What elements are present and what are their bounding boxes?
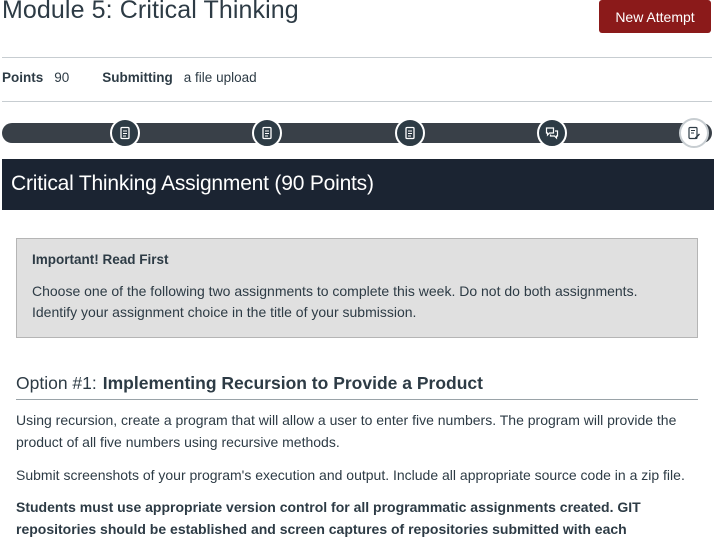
notice-text: Choose one of the following two assignme… — [32, 283, 638, 320]
assignment-edit-icon — [688, 126, 700, 140]
important-notice: Important! Read First Choose one of the … — [16, 238, 698, 338]
banner-title: Critical Thinking Assignment (90 Points) — [11, 172, 374, 195]
points-value: 90 — [54, 70, 70, 85]
divider — [2, 57, 712, 58]
points-label: Points — [2, 70, 44, 85]
document-icon — [120, 126, 130, 140]
option-1-title: Implementing Recursion to Provide a Prod… — [102, 373, 483, 393]
assignment-details: Points 90 Submitting a file upload — [2, 70, 257, 85]
document-icon — [405, 126, 415, 140]
module-step-5-current[interactable] — [679, 118, 709, 148]
option-1-submission-instructions: Submit screenshots of your program's exe… — [16, 467, 685, 483]
option-1-description: Using recursion, create a program that w… — [16, 412, 677, 450]
module-step-1[interactable] — [110, 118, 140, 148]
option-1-prefix: Option #1: — [16, 373, 97, 393]
discussion-icon — [545, 127, 559, 140]
divider — [2, 101, 712, 102]
option-1-version-control-note: Students must use appropriate version co… — [16, 499, 641, 544]
option-1-heading: Option #1: Implementing Recursion to Prov… — [16, 373, 698, 400]
module-step-4[interactable] — [537, 118, 567, 148]
module-step-2[interactable] — [252, 118, 282, 148]
submitting-label: Submitting — [102, 70, 173, 85]
module-step-3[interactable] — [395, 118, 425, 148]
submitting-value: a file upload — [183, 70, 257, 85]
page-title: Module 5: Critical Thinking — [2, 0, 299, 24]
module-progress-bar — [2, 123, 712, 143]
new-attempt-button[interactable]: New Attempt — [599, 0, 711, 33]
document-icon — [262, 126, 272, 140]
notice-title: Important! Read First — [32, 252, 169, 267]
assignment-banner: Critical Thinking Assignment (90 Points) — [2, 159, 714, 210]
